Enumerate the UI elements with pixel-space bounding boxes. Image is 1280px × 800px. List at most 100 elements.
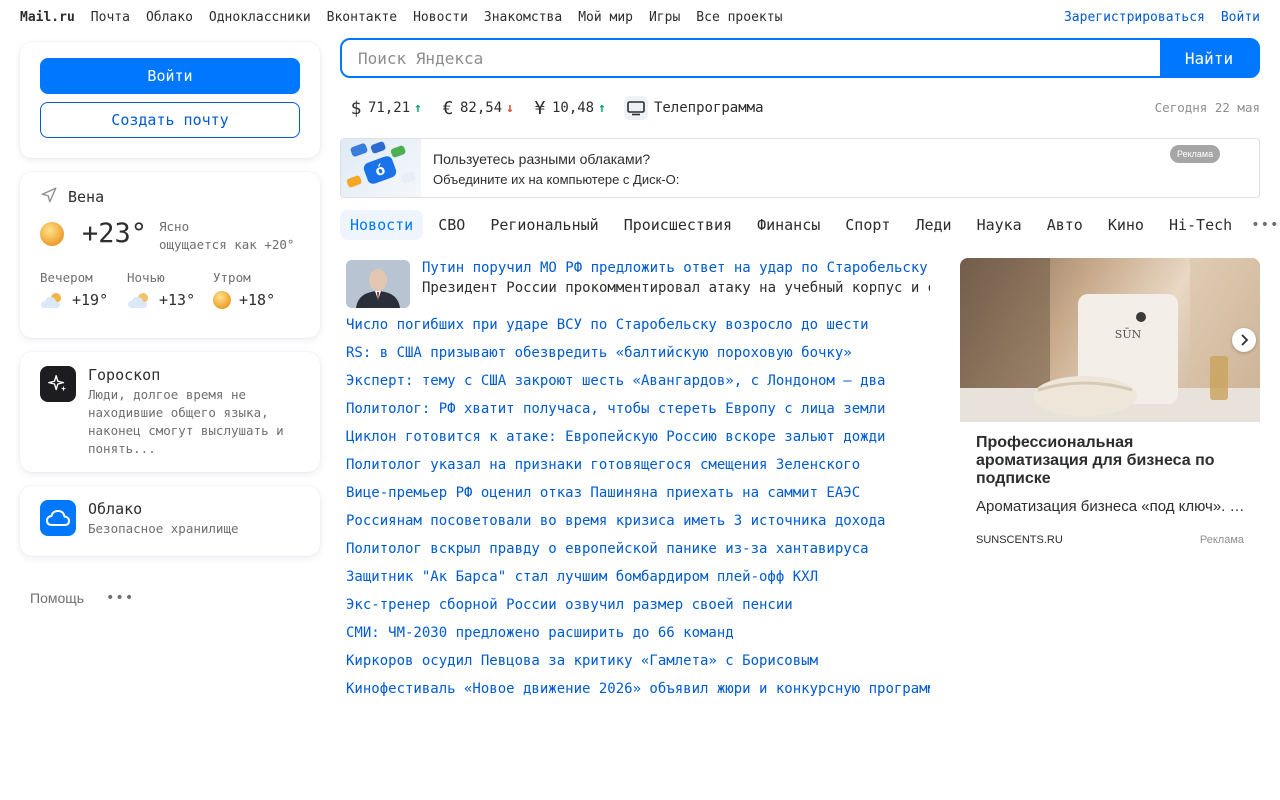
tab-sport[interactable]: Спорт <box>835 210 900 240</box>
arrow-up-icon: ↑ <box>598 100 606 116</box>
nav-link-cloud[interactable]: Облако <box>146 10 193 25</box>
top-news-item[interactable]: Путин поручил МО РФ предложить ответ на … <box>346 260 930 308</box>
side-ad[interactable]: SŪN Профессиональная ароматизация для би… <box>960 258 1260 554</box>
sparkles-icon <box>40 366 76 402</box>
tv-program-link[interactable]: Телепрограмма <box>623 96 764 120</box>
news-link[interactable]: Вице-премьер РФ оценил отказ Пашиняна пр… <box>346 484 930 512</box>
nav-link-dating[interactable]: Знакомства <box>484 10 562 25</box>
ad-image-brand: SŪN <box>1115 328 1142 341</box>
forecast-morning: Утром +18° <box>213 270 293 309</box>
news-link[interactable]: Киркоров осудил Певцова за критику «Гамл… <box>346 652 930 680</box>
nav-link-ok[interactable]: Одноклассники <box>209 10 311 25</box>
horoscope-text: Люди, долгое время не находившие общего … <box>88 387 284 456</box>
weather-card[interactable]: Вена +23° Ясно ощущается как +20° Вечеро… <box>20 172 320 338</box>
nav-link-all-projects[interactable]: Все проекты <box>696 10 782 25</box>
top-news-headline[interactable]: Путин поручил МО РФ предложить ответ на … <box>422 260 930 276</box>
top-news-subtitle: Президент России прокомментировал атаку … <box>422 280 930 296</box>
nav-link-vk[interactable]: Вконтакте <box>327 10 397 25</box>
search-input[interactable] <box>342 40 1160 76</box>
yuan-icon: ¥ <box>534 97 546 119</box>
news-link[interactable]: Число погибших при ударе ВСУ по Старобел… <box>346 316 930 344</box>
news-photo <box>346 260 410 308</box>
tv-program-label: Телепрограмма <box>653 100 764 116</box>
ad-badge: Реклама <box>1170 145 1221 163</box>
weather-current: +23° <box>40 218 147 249</box>
tab-incidents[interactable]: Происшествия <box>614 210 742 240</box>
ad-image: SŪN <box>960 258 1260 422</box>
forecast-temp: +13° <box>159 291 196 309</box>
ad-text: Объедините их на компьютере с Диск-О: <box>433 172 680 187</box>
news-link[interactable]: Россиянам посоветовали во время кризиса … <box>346 512 930 540</box>
cloud-title: Облако <box>88 500 143 518</box>
nav-link-myworld[interactable]: Мой мир <box>578 10 633 25</box>
news-link[interactable]: Защитник "Ак Барса" стал лучшим бомбарди… <box>346 568 930 596</box>
ad-thumbnail: ó <box>341 139 421 197</box>
brand-link[interactable]: Mail.ru <box>20 10 75 25</box>
cloud-card[interactable]: Облако Безопасное хранилище <box>20 486 320 556</box>
horoscope-card[interactable]: Гороскоп Люди, долгое время не находивши… <box>20 352 320 472</box>
nav-link-games[interactable]: Игры <box>649 10 680 25</box>
cloud-text: Безопасное хранилище <box>88 521 239 536</box>
nav-link-mail[interactable]: Почта <box>91 10 130 25</box>
tab-auto[interactable]: Авто <box>1037 210 1093 240</box>
news-link[interactable]: Политолог указал на признаки готовящегос… <box>346 456 930 484</box>
rate-value: 82,54 <box>459 100 503 116</box>
news-link[interactable]: Кинофестиваль «Новое движение 2026» объя… <box>346 680 930 708</box>
more-dots-icon[interactable]: ••• <box>106 590 134 606</box>
portal-links: Mail.ru Почта Облако Одноклассники Вконт… <box>20 10 782 25</box>
weather-city[interactable]: Вена <box>40 186 104 208</box>
search-button[interactable]: Найти <box>1160 40 1258 76</box>
tab-news[interactable]: Новости <box>340 210 424 240</box>
today-date: Сегодня 22 мая <box>1154 100 1260 115</box>
forecast-evening: Вечером +19° <box>40 270 120 309</box>
news-link[interactable]: СМИ: ЧМ-2030 предложено расширить до 66 … <box>346 624 930 652</box>
create-mail-button[interactable]: Создать почту <box>40 102 300 138</box>
sun-icon <box>213 291 231 309</box>
news-link[interactable]: Политолог: РФ хватит получаса, чтобы сте… <box>346 400 930 428</box>
tv-icon <box>623 96 648 120</box>
banner-ad[interactable]: ó Пользуетесь разными облаками? Объедини… <box>340 138 1260 198</box>
register-link[interactable]: Зарегистрироваться <box>1064 10 1205 25</box>
tab-cinema[interactable]: Кино <box>1098 210 1154 240</box>
rate-eur[interactable]: € 82,54 ↓ <box>440 98 514 119</box>
side-ad-domain[interactable]: SUNSCENTS.RU <box>976 534 1063 546</box>
euro-icon: € <box>442 97 454 119</box>
top-navigation: Mail.ru Почта Облако Одноклассники Вконт… <box>0 0 1280 34</box>
weather-feels-like: ощущается как +20° <box>159 237 295 252</box>
sun-icon <box>40 221 64 246</box>
rate-value: 10,48 <box>551 100 595 116</box>
news-list: Число погибших при ударе ВСУ по Старобел… <box>346 316 930 708</box>
currency-rates: $ 71,21 ↑ € 82,54 ↓ ¥ 10,48 ↑ Телепрогра… <box>348 96 764 120</box>
rate-cny[interactable]: ¥ 10,48 ↑ <box>532 98 606 119</box>
cloud-moon-icon <box>127 292 151 308</box>
login-card: Войти Создать почту <box>20 42 320 158</box>
news-link[interactable]: RS: в США призывают обезвредить «балтийс… <box>346 344 930 372</box>
forecast-night: Ночью +13° <box>127 270 207 309</box>
dollar-icon: $ <box>350 97 362 119</box>
news-link[interactable]: Эксперт: тему с США закроют шесть «Аванг… <box>346 372 930 400</box>
more-dots-icon[interactable]: ••• <box>1251 217 1279 233</box>
news-link[interactable]: Политолог вскрыл правду о европейской па… <box>346 540 930 568</box>
nav-link-news[interactable]: Новости <box>413 10 468 25</box>
news-link[interactable]: Циклон готовится к атаке: Европейскую Ро… <box>346 428 930 456</box>
tab-lady[interactable]: Леди <box>905 210 961 240</box>
tab-regional[interactable]: Региональный <box>480 210 608 240</box>
side-ad-title: Профессиональная ароматизация для бизнес… <box>976 434 1215 487</box>
login-link[interactable]: Войти <box>1221 10 1260 25</box>
tab-science[interactable]: Наука <box>967 210 1032 240</box>
arrow-up-icon: ↑ <box>414 100 422 116</box>
side-ad-text: Ароматизация бизнеса «под ключ». Подберё… <box>976 498 1246 515</box>
carousel-next-button[interactable] <box>1232 328 1256 352</box>
rate-usd[interactable]: $ 71,21 ↑ <box>348 98 422 119</box>
rate-value: 71,21 <box>368 100 411 116</box>
tab-hitech[interactable]: Hi-Tech <box>1159 210 1242 240</box>
news-link[interactable]: Экс-тренер сборной России озвучил размер… <box>346 596 930 624</box>
weather-current-temp: +23° <box>82 218 148 249</box>
location-arrow-icon <box>40 186 58 208</box>
ad-title: Пользуетесь разными облаками? <box>433 151 651 167</box>
login-button[interactable]: Войти <box>40 58 300 94</box>
tab-svo[interactable]: СВО <box>428 210 475 240</box>
help-link[interactable]: Помощь <box>30 590 84 606</box>
tab-finance[interactable]: Финансы <box>747 210 830 240</box>
search-bar: Найти <box>340 38 1260 78</box>
